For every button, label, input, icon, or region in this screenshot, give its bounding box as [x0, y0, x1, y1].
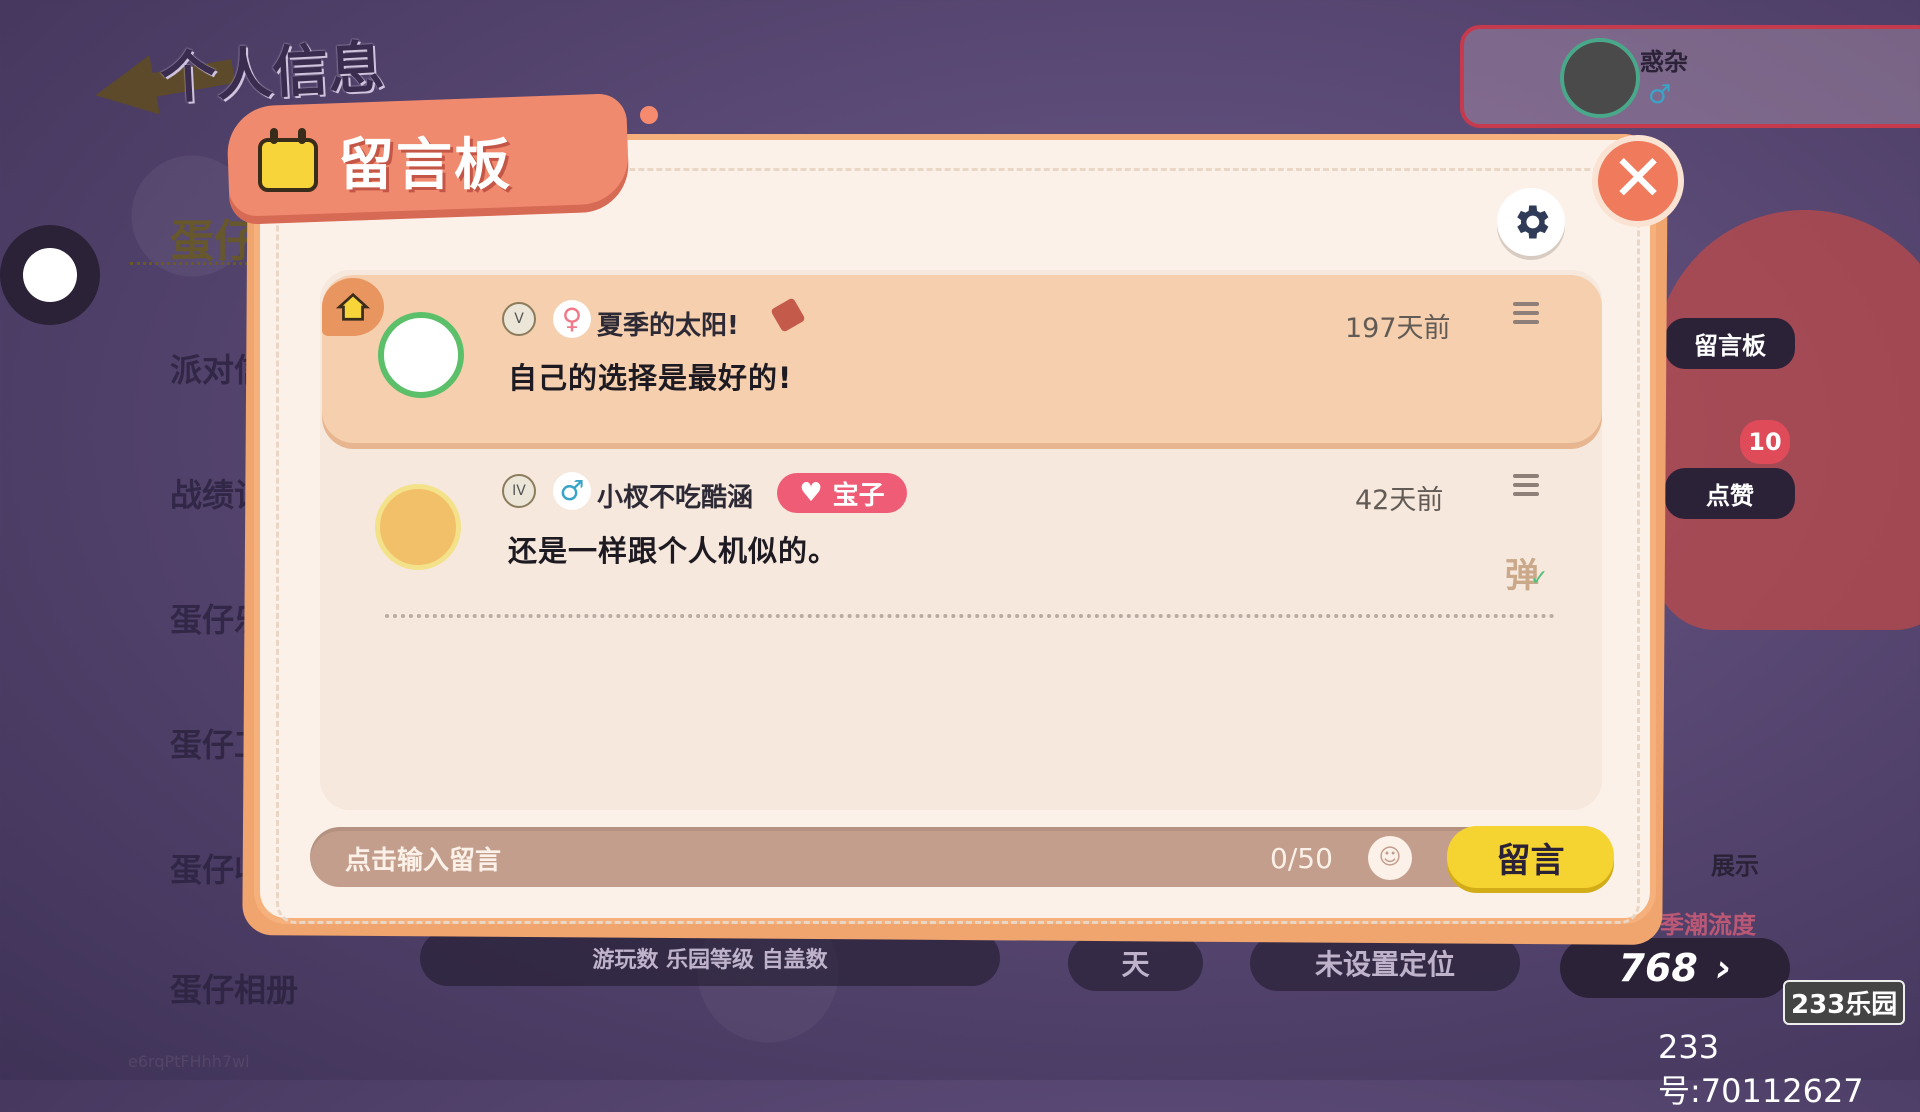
- female-icon: ♀: [553, 300, 591, 338]
- message-input-field[interactable]: [310, 827, 1610, 887]
- profile-gender-icon: ♂: [1648, 80, 1672, 110]
- profile-avatar[interactable]: [1560, 38, 1640, 118]
- profile-name: 惑杂: [1640, 48, 1688, 76]
- watermark-logo: 233乐园: [1783, 980, 1906, 1025]
- gear-icon: [1517, 205, 1549, 239]
- friend-tag-label: 宝子: [832, 480, 885, 511]
- home-icon: [336, 292, 370, 321]
- menu-item-album[interactable]: 蛋仔相册: [170, 965, 298, 1011]
- chevron-right-icon: ›: [1715, 946, 1732, 990]
- list-end-divider: [385, 614, 1555, 618]
- mushroom-decoration: [1655, 210, 1920, 630]
- heart-icon: ♥: [799, 478, 823, 508]
- close-button[interactable]: ✕: [1592, 135, 1684, 227]
- username[interactable]: 小杈不吃酷涵: [597, 477, 753, 514]
- menu-icon[interactable]: [1513, 474, 1539, 496]
- menu-underline: [130, 262, 260, 265]
- like-side-button[interactable]: 点赞: [1665, 468, 1795, 519]
- page-title: 个人信息: [158, 35, 386, 112]
- message-time: 197天前: [1345, 313, 1451, 344]
- show-side-button[interactable]: 展示: [1680, 838, 1790, 889]
- smiley-icon: ☺: [1378, 845, 1402, 870]
- avatar[interactable]: [378, 312, 464, 398]
- profile-card: [1460, 25, 1920, 128]
- user-code: e6rqPtFHhh7wl: [128, 1052, 250, 1071]
- message-text: 还是一样跟个人机似的。: [508, 534, 839, 568]
- modal-title: 留言板: [338, 133, 512, 198]
- check-icon: ✓: [1530, 566, 1549, 591]
- side-toggle-button[interactable]: [0, 225, 100, 325]
- level-icon: V: [502, 302, 536, 336]
- username[interactable]: 夏季的太阳!: [597, 305, 739, 342]
- send-message-button[interactable]: 留言: [1447, 826, 1614, 888]
- title-dot: [640, 106, 658, 124]
- trend-score-value: 768: [1618, 946, 1698, 990]
- input-placeholder: 点击输入留言: [345, 846, 502, 876]
- like-count-badge: 10: [1740, 420, 1790, 464]
- level-icon: IV: [502, 474, 536, 508]
- avatar[interactable]: [375, 484, 461, 570]
- message-text: 自己的选择是最好的!: [508, 361, 793, 395]
- days-chip: 天: [1068, 935, 1203, 991]
- back-arrow-icon[interactable]: [90, 55, 160, 125]
- watermark-id: 233号:70112627: [1658, 1028, 1864, 1110]
- trend-score-chip[interactable]: 768 ›: [1560, 938, 1790, 998]
- char-counter: 0/50: [1270, 842, 1333, 875]
- emoji-button[interactable]: ☺: [1368, 836, 1412, 880]
- male-icon: ♂: [553, 472, 591, 510]
- settings-button[interactable]: [1497, 188, 1565, 256]
- message-time: 42天前: [1355, 485, 1444, 516]
- board-side-button[interactable]: 留言板: [1665, 318, 1795, 369]
- board-icon: [258, 128, 318, 192]
- home-pin-badge: [322, 278, 384, 336]
- friend-tag-badge: ♥ 宝子: [777, 473, 907, 513]
- menu-icon[interactable]: [1513, 302, 1539, 324]
- trend-label: 季潮流度: [1660, 911, 1756, 939]
